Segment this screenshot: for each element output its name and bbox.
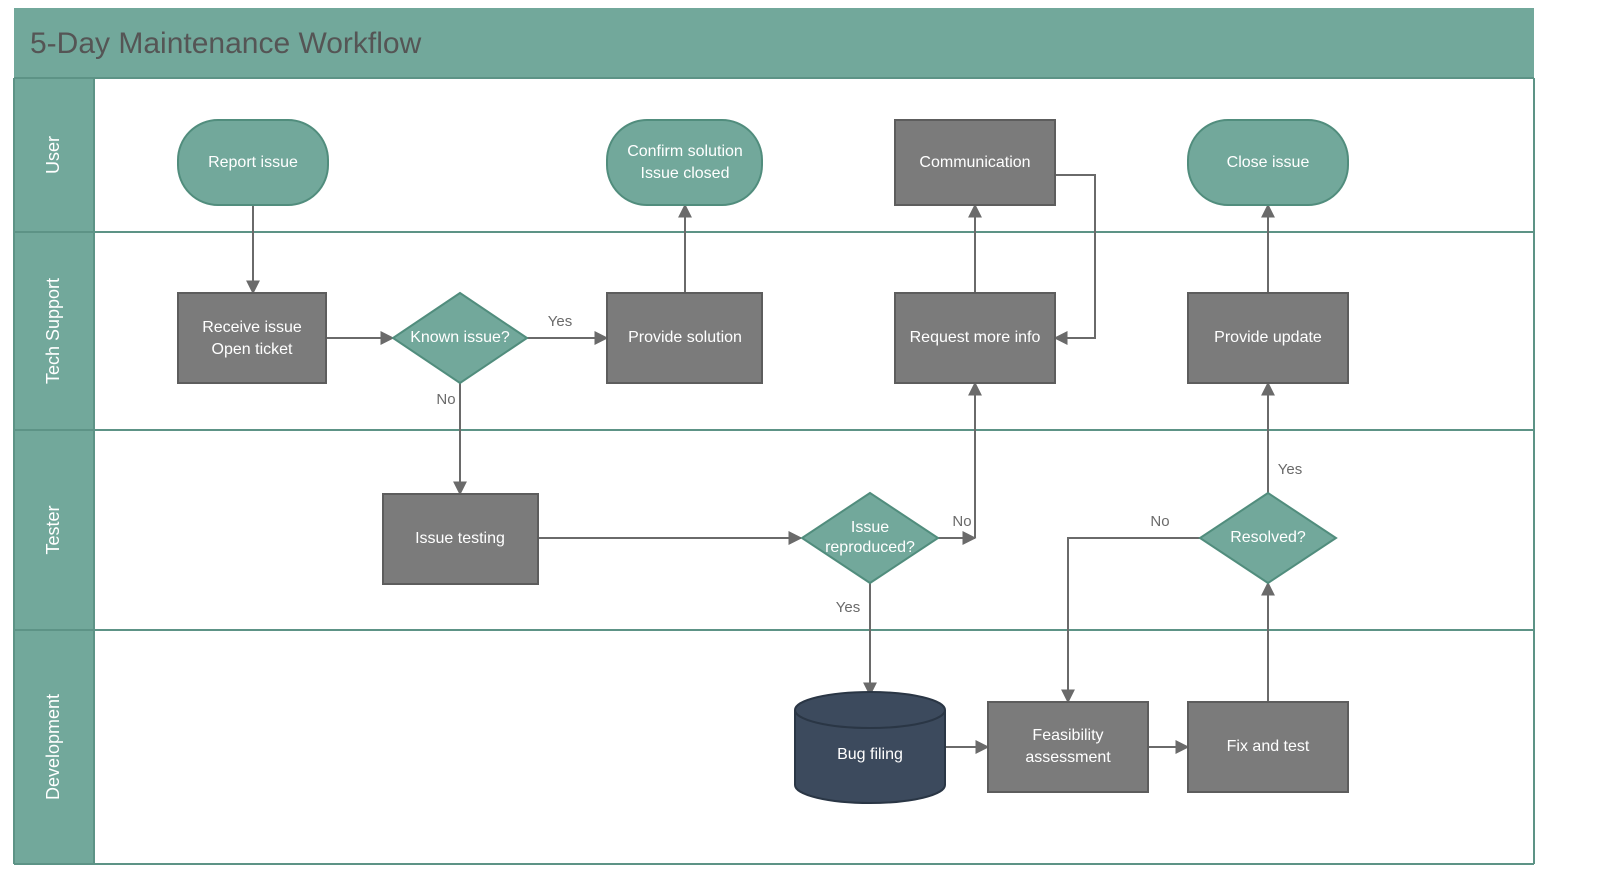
label-known-yes: Yes <box>548 313 572 330</box>
edge-resolved-no <box>1068 538 1200 702</box>
node-close-issue-label: Close issue <box>1227 154 1310 171</box>
node-confirm-line2: Issue closed <box>641 165 730 182</box>
node-issue-reproduced <box>802 493 938 583</box>
lane-tester: Tester <box>43 505 63 554</box>
node-confirm-solution <box>607 120 762 205</box>
node-feas-line1: Feasibility <box>1032 727 1103 744</box>
label-reproduced-no: No <box>952 513 971 530</box>
lane-user: User <box>43 136 63 174</box>
label-resolved-no: No <box>1150 513 1169 530</box>
node-feasibility <box>988 702 1148 792</box>
node-reproduced-line1: Issue <box>851 519 889 536</box>
node-reproduced-line2: reproduced? <box>825 539 915 556</box>
diagram-title: 5-Day Maintenance Workflow <box>30 27 422 60</box>
node-known-issue-label: Known issue? <box>410 329 510 346</box>
node-receive-line2: Open ticket <box>212 341 293 358</box>
node-provide-solution-label: Provide solution <box>628 329 742 346</box>
node-bug-filing-label: Bug filing <box>837 746 903 763</box>
label-reproduced-yes: Yes <box>836 599 860 616</box>
node-receive-line1: Receive issue <box>202 319 302 336</box>
node-confirm-line1: Confirm solution <box>627 143 743 160</box>
swimlane-diagram: 5-Day Maintenance Workflow User Tech Sup… <box>0 0 1605 882</box>
label-known-no: No <box>436 391 455 408</box>
node-feas-line2: assessment <box>1025 749 1111 766</box>
lane-development: Development <box>43 694 63 800</box>
node-issue-testing-label: Issue testing <box>415 530 505 547</box>
edge-comm-req <box>1055 175 1095 338</box>
node-provide-update-label: Provide update <box>1214 329 1322 346</box>
label-resolved-yes: Yes <box>1278 461 1302 478</box>
node-communication-label: Communication <box>919 154 1030 171</box>
node-request-info-label: Request more info <box>910 329 1041 346</box>
lane-tech: Tech Support <box>43 278 63 384</box>
node-resolved-label: Resolved? <box>1230 529 1306 546</box>
node-report-issue-label: Report issue <box>208 154 298 171</box>
node-fix-and-test-label: Fix and test <box>1227 738 1310 755</box>
node-receive-issue <box>178 293 326 383</box>
